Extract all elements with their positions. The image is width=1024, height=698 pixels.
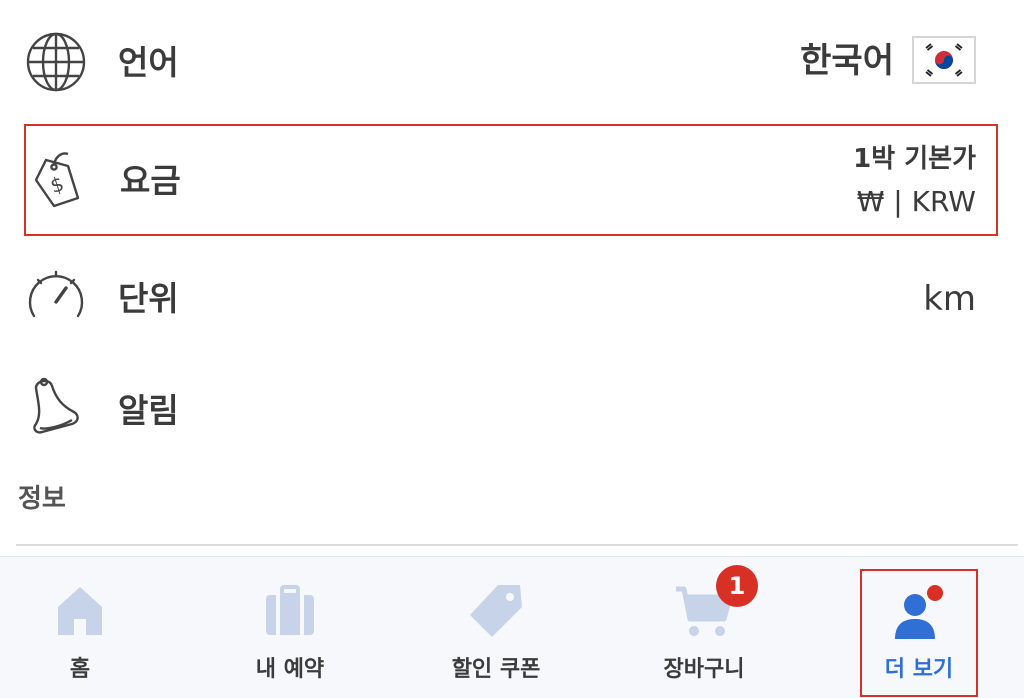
units-setting-row[interactable]: 단위 km	[0, 240, 1024, 350]
nav-label-coupons: 할인 쿠폰	[451, 657, 541, 682]
section-divider	[16, 544, 1018, 546]
suitcase-icon	[258, 579, 322, 643]
cart-count-badge: 1	[716, 565, 758, 607]
globe-icon	[22, 28, 90, 96]
price-basis-text: 1박 기본가	[853, 144, 976, 174]
language-label: 언어	[118, 43, 179, 82]
nav-tab-home[interactable]: 홈	[0, 557, 182, 698]
bottom-navigation: 홈 내 예약 할인 쿠폰 1 장바구니 더 보기	[0, 556, 1024, 698]
notifications-setting-row[interactable]: 알림	[0, 352, 1024, 462]
nav-label-cart: 장바구니	[663, 657, 745, 682]
units-label: 단위	[118, 279, 179, 318]
notifications-label: 알림	[118, 391, 179, 430]
bell-icon	[22, 372, 90, 440]
speedometer-icon	[22, 262, 90, 330]
nav-label-my-reservations: 내 예약	[255, 657, 325, 682]
nav-label-more: 더 보기	[884, 657, 954, 682]
svg-text:$: $	[47, 171, 67, 198]
currency-value: ₩ | KRW	[856, 185, 976, 218]
nav-tab-coupons[interactable]: 할인 쿠폰	[394, 557, 598, 698]
profile-icon	[887, 581, 951, 645]
nav-tab-my-reservations[interactable]: 내 예약	[188, 557, 392, 698]
currency-label: 요금	[120, 161, 181, 200]
nav-tab-cart[interactable]: 1 장바구니	[602, 557, 806, 698]
nav-label-home: 홈	[69, 657, 91, 682]
nav-tab-more[interactable]: 더 보기	[860, 569, 978, 697]
home-icon	[48, 579, 112, 643]
language-setting-row[interactable]: 언어 한국어	[0, 0, 1024, 120]
korea-flag-icon	[912, 36, 976, 84]
settings-screen: 언어 한국어 $ 요금 1박 기본가 ₩ | KRW 단위 km 알림 정보 홈…	[0, 0, 1024, 698]
info-section-title: 정보	[18, 484, 66, 514]
currency-setting-row[interactable]: $ 요금 1박 기본가 ₩ | KRW	[24, 124, 998, 236]
coupon-tag-icon	[464, 579, 528, 643]
language-value: 한국어	[800, 41, 894, 81]
price-tag-icon: $	[24, 146, 92, 214]
units-value: km	[923, 279, 976, 319]
